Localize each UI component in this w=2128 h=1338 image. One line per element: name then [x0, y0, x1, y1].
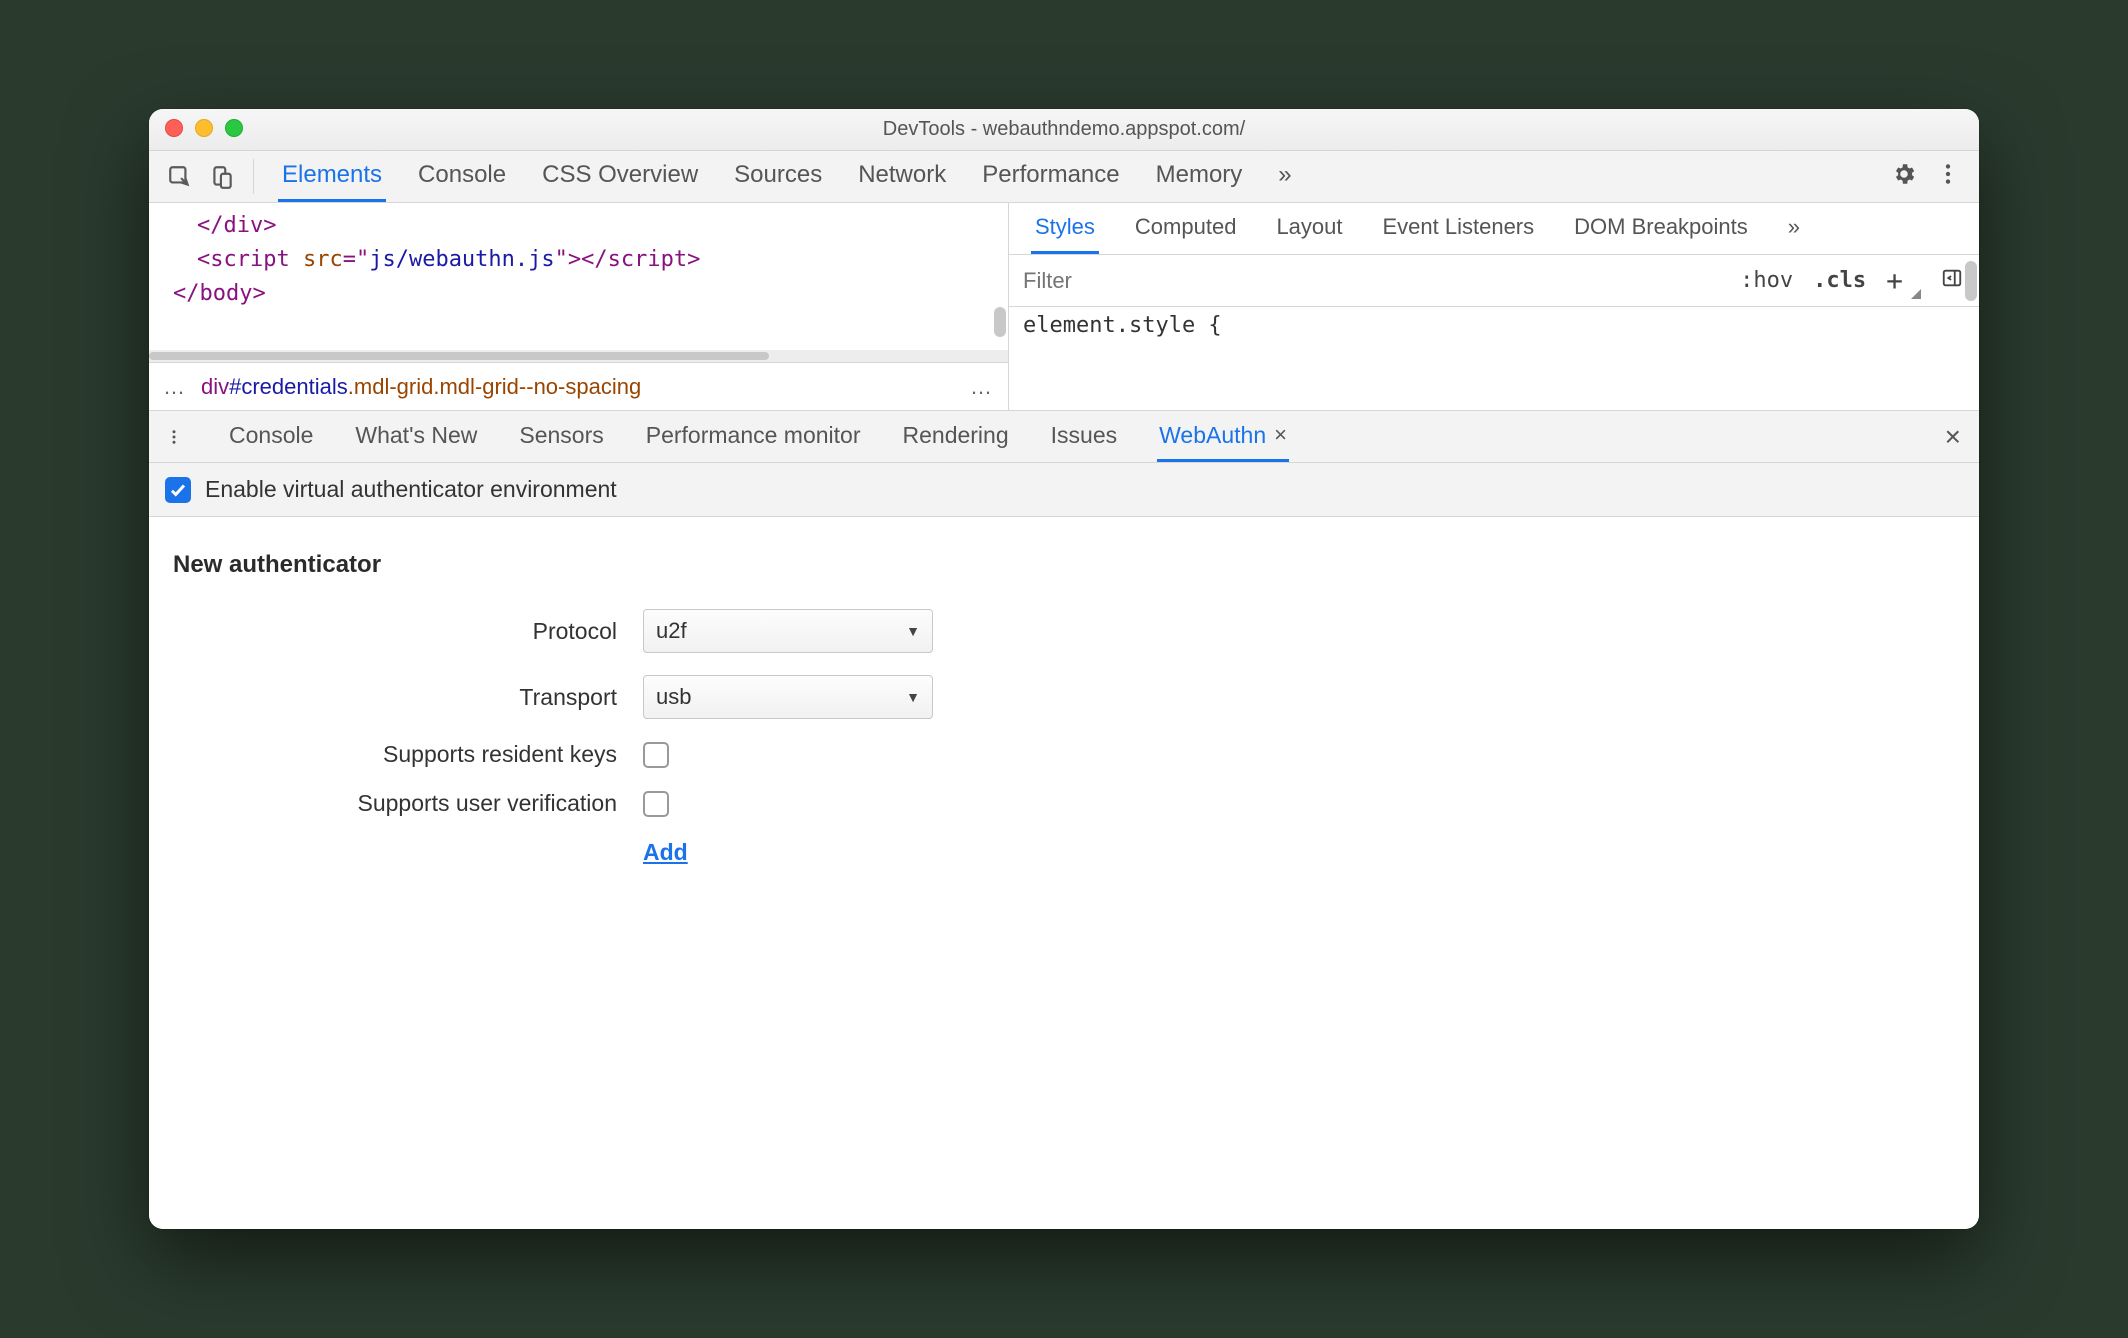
code-horizontal-scrollbar[interactable]	[149, 350, 1008, 362]
settings-gear-icon[interactable]	[1891, 161, 1917, 193]
styles-pane: Styles Computed Layout Event Listeners D…	[1009, 203, 1979, 410]
close-tab-icon[interactable]: ×	[1274, 422, 1287, 448]
breadcrumb-overflow-left[interactable]: …	[163, 374, 187, 400]
user-verification-checkbox[interactable]	[643, 791, 669, 817]
tab-overflow[interactable]: »	[1784, 203, 1804, 254]
code-val: js/webauthn.js	[369, 247, 554, 272]
traffic-lights	[165, 119, 243, 137]
dom-tree-pane: </div> <script src="js/webauthn.js"></sc…	[149, 203, 1009, 410]
drawer-tab-perfmon[interactable]: Performance monitor	[644, 411, 863, 462]
drawer-tab-webauthn-label: WebAuthn	[1159, 422, 1266, 449]
transport-select[interactable]: usb ▼	[643, 675, 933, 719]
drawer-tab-whatsnew[interactable]: What's New	[353, 411, 479, 462]
styles-filter-input[interactable]	[1009, 255, 1724, 306]
toolbar-right	[1891, 151, 1969, 202]
main-toolbar: Elements Console CSS Overview Sources Ne…	[149, 151, 1979, 203]
close-drawer-icon[interactable]: ×	[1945, 411, 1969, 462]
drawer-menu-icon[interactable]	[159, 411, 189, 462]
main-tabs: Elements Console CSS Overview Sources Ne…	[278, 151, 1891, 202]
breadcrumb-item[interactable]: div#credentials.mdl-grid.mdl-grid--no-sp…	[201, 374, 641, 400]
resident-keys-checkbox[interactable]	[643, 742, 669, 768]
cls-toggle[interactable]: .cls	[1813, 268, 1866, 293]
element-style-rule[interactable]: element.style {	[1009, 307, 1979, 344]
tab-layout[interactable]: Layout	[1272, 203, 1346, 254]
tab-dom-breakpoints[interactable]: DOM Breakpoints	[1570, 203, 1752, 254]
tab-elements[interactable]: Elements	[278, 151, 386, 202]
protocol-select[interactable]: u2f ▼	[643, 609, 933, 653]
protocol-label: Protocol	[173, 618, 643, 645]
breadcrumb: … div#credentials.mdl-grid.mdl-grid--no-…	[149, 362, 1008, 410]
styles-vertical-scrollbar[interactable]	[1965, 261, 1977, 391]
close-window-button[interactable]	[165, 119, 183, 137]
tab-computed[interactable]: Computed	[1131, 203, 1241, 254]
tab-styles[interactable]: Styles	[1031, 203, 1099, 254]
tab-network[interactable]: Network	[854, 151, 950, 202]
webauthn-content: New authenticator Protocol u2f ▼ Transpo…	[149, 517, 1979, 1229]
dropdown-triangle-icon[interactable]	[1911, 279, 1921, 299]
inspect-element-icon[interactable]	[159, 151, 201, 202]
kebab-menu-icon[interactable]	[1935, 161, 1961, 193]
code-tag-open: <script	[197, 247, 303, 272]
drawer-tab-console[interactable]: Console	[227, 411, 315, 462]
chevron-down-icon: ▼	[906, 623, 920, 639]
zoom-window-button[interactable]	[225, 119, 243, 137]
styles-filter-row: :hov .cls +	[1009, 255, 1979, 307]
tab-css-overview[interactable]: CSS Overview	[538, 151, 702, 202]
drawer-tab-webauthn[interactable]: WebAuthn ×	[1157, 411, 1289, 462]
tab-memory[interactable]: Memory	[1152, 151, 1247, 202]
devtools-window: DevTools - webauthndemo.appspot.com/ Ele…	[149, 109, 1979, 1229]
code-line: </body>	[173, 281, 266, 306]
titlebar: DevTools - webauthndemo.appspot.com/	[149, 109, 1979, 151]
user-verification-label: Supports user verification	[173, 790, 643, 817]
code-attr: src	[303, 247, 343, 272]
drawer-tab-rendering[interactable]: Rendering	[901, 411, 1011, 462]
chevron-down-icon: ▼	[906, 689, 920, 705]
drawer-tab-issues[interactable]: Issues	[1049, 411, 1119, 462]
sidebar-toggle-icon[interactable]	[1941, 267, 1963, 295]
window-title: DevTools - webauthndemo.appspot.com/	[883, 118, 1245, 141]
protocol-value: u2f	[656, 618, 687, 644]
breadcrumb-overflow-right[interactable]: …	[970, 374, 994, 400]
resident-keys-label: Supports resident keys	[173, 741, 643, 768]
code-vertical-scrollbar[interactable]	[994, 207, 1006, 337]
add-authenticator-button[interactable]: Add	[643, 839, 688, 865]
new-style-rule-button[interactable]: +	[1886, 264, 1903, 297]
hov-toggle[interactable]: :hov	[1740, 268, 1793, 293]
code-closeq: ">	[555, 247, 582, 272]
tab-event-listeners[interactable]: Event Listeners	[1379, 203, 1539, 254]
tab-overflow[interactable]: »	[1274, 151, 1295, 202]
device-toggle-icon[interactable]	[201, 151, 243, 202]
new-authenticator-title: New authenticator	[173, 551, 1955, 579]
drawer-tabs: Console What's New Sensors Performance m…	[149, 411, 1979, 463]
toolbar-separator	[253, 159, 254, 194]
tab-performance[interactable]: Performance	[978, 151, 1123, 202]
elements-split: </div> <script src="js/webauthn.js"></sc…	[149, 203, 1979, 411]
code-line: </div>	[197, 213, 276, 238]
new-authenticator-form: Protocol u2f ▼ Transport usb ▼ Supports …	[173, 609, 1955, 866]
styles-filter-actions: :hov .cls +	[1724, 263, 1979, 299]
drawer-tab-sensors[interactable]: Sensors	[517, 411, 605, 462]
enable-virtual-auth-row: Enable virtual authenticator environment	[149, 463, 1979, 517]
tab-console[interactable]: Console	[414, 151, 510, 202]
dom-code[interactable]: </div> <script src="js/webauthn.js"></sc…	[149, 203, 1008, 350]
tab-sources[interactable]: Sources	[730, 151, 826, 202]
minimize-window-button[interactable]	[195, 119, 213, 137]
code-eq: ="	[343, 247, 370, 272]
styles-tabs: Styles Computed Layout Event Listeners D…	[1009, 203, 1979, 255]
enable-virtual-auth-label: Enable virtual authenticator environment	[205, 476, 617, 503]
transport-label: Transport	[173, 684, 643, 711]
code-endtag: </script>	[581, 247, 700, 272]
transport-value: usb	[656, 684, 691, 710]
enable-virtual-auth-checkbox[interactable]	[165, 477, 191, 503]
